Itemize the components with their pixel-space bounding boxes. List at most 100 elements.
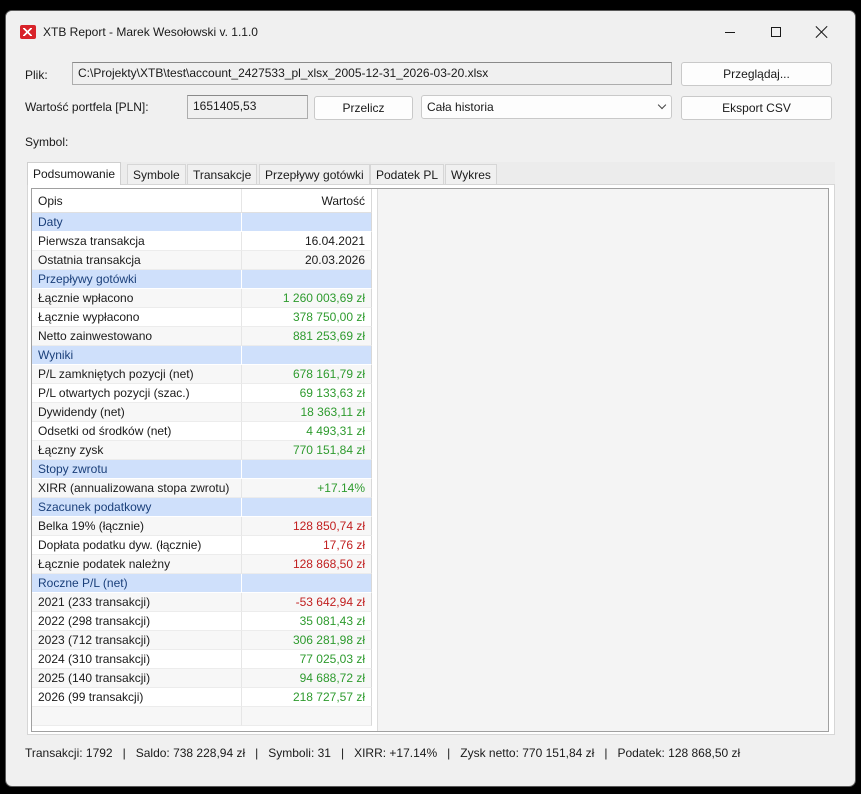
table-section-row[interactable]: Daty xyxy=(32,213,377,232)
cell-desc: Przepływy gotówki xyxy=(32,270,242,289)
table-row[interactable]: 2026 (99 transakcji) 218 727,57 zł xyxy=(32,688,377,707)
cell-value xyxy=(242,213,372,232)
cell-value: 69 133,63 zł xyxy=(242,384,372,403)
cell-desc xyxy=(32,707,242,726)
tab-podsumowanie[interactable]: Podsumowanie xyxy=(27,162,122,185)
tab-podatek[interactable]: Podatek PL xyxy=(370,164,445,184)
cell-desc: Łącznie wypłacono xyxy=(32,308,242,327)
table-row[interactable]: XIRR (annualizowana stopa zwrotu) +17.14% xyxy=(32,479,377,498)
table-section-row[interactable]: Stopy zwrotu xyxy=(32,460,377,479)
cell-value: 20.03.2026 xyxy=(242,251,372,270)
cell-value: 18 363,11 zł xyxy=(242,403,372,422)
cell-value: 881 253,69 zł xyxy=(242,327,372,346)
table-row[interactable]: Netto zainwestowano 881 253,69 zł xyxy=(32,327,377,346)
table-row[interactable]: P/L zamkniętych pozycji (net) 678 161,79 … xyxy=(32,365,377,384)
cell-desc: Pierwsza transakcja xyxy=(32,232,242,251)
window-title: XTB Report - Marek Wesołowski v. 1.1.0 xyxy=(43,25,258,39)
table-row[interactable]: 2024 (310 transakcji) 77 025,03 zł xyxy=(32,650,377,669)
table-row[interactable]: Pierwsza transakcja 16.04.2021 xyxy=(32,232,377,251)
cell-desc: 2025 (140 transakcji) xyxy=(32,669,242,688)
cell-value xyxy=(242,498,372,517)
period-select[interactable]: Cała historia xyxy=(421,95,672,119)
app-window: XTB Report - Marek Wesołowski v. 1.1.0 P… xyxy=(5,10,856,787)
app-logo-icon xyxy=(20,25,36,39)
table-row[interactable]: P/L otwartych pozycji (szac.) 69 133,63 z… xyxy=(32,384,377,403)
cell-value xyxy=(242,270,372,289)
table-row[interactable]: Ostatnia transakcja 20.03.2026 xyxy=(32,251,377,270)
table-section-row[interactable]: Wyniki xyxy=(32,346,377,365)
cell-value: 94 688,72 zł xyxy=(242,669,372,688)
browse-button[interactable]: Przeglądaj... xyxy=(681,62,832,86)
minimize-icon xyxy=(725,31,735,33)
tab-symbole[interactable]: Symbole xyxy=(127,164,186,184)
maximize-button[interactable] xyxy=(753,11,799,53)
recalc-button[interactable]: Przelicz xyxy=(314,96,413,120)
title-bar[interactable]: XTB Report - Marek Wesołowski v. 1.1.0 xyxy=(6,11,855,53)
table-row[interactable]: Dywidendy (net) 18 363,11 zł xyxy=(32,403,377,422)
cell-desc: Odsetki od środków (net) xyxy=(32,422,242,441)
cell-desc: XIRR (annualizowana stopa zwrotu) xyxy=(32,479,242,498)
cell-value: 4 493,31 zł xyxy=(242,422,372,441)
table-row[interactable]: Odsetki od środków (net) 4 493,31 zł xyxy=(32,422,377,441)
cell-desc: Netto zainwestowano xyxy=(32,327,242,346)
cell-desc: Belka 19% (łącznie) xyxy=(32,517,242,536)
table-row[interactable]: Łącznie podatek należny 128 868,50 zł xyxy=(32,555,377,574)
cell-desc: 2023 (712 transakcji) xyxy=(32,631,242,650)
table-row[interactable]: 2021 (233 transakcji) -53 642,94 zł xyxy=(32,593,377,612)
maximize-icon xyxy=(771,27,781,37)
cell-value: 128 850,74 zł xyxy=(242,517,372,536)
table-section-row[interactable]: Szacunek podatkowy xyxy=(32,498,377,517)
table-row[interactable]: Łączny zysk 770 151,84 zł xyxy=(32,441,377,460)
cell-desc: Roczne P/L (net) xyxy=(32,574,242,593)
table-row[interactable]: 2023 (712 transakcji) 306 281,98 zł xyxy=(32,631,377,650)
tab-wykres[interactable]: Wykres xyxy=(445,164,497,184)
minimize-button[interactable] xyxy=(707,11,753,53)
cell-value: 17,76 zł xyxy=(242,536,372,555)
close-icon xyxy=(816,26,828,38)
cell-value: 16.04.2021 xyxy=(242,232,372,251)
cell-value: -53 642,94 zł xyxy=(242,593,372,612)
table-section-row[interactable]: Roczne P/L (net) xyxy=(32,574,377,593)
chevron-down-icon xyxy=(658,102,666,110)
cell-desc: Dywidendy (net) xyxy=(32,403,242,422)
tab-transakcje[interactable]: Transakcje xyxy=(187,164,258,184)
table-row[interactable]: Łącznie wypłacono 378 750,00 zł xyxy=(32,308,377,327)
cell-desc: 2021 (233 transakcji) xyxy=(32,593,242,612)
cell-value: 128 868,50 zł xyxy=(242,555,372,574)
cell-value xyxy=(242,460,372,479)
symbol-label: Symbol: xyxy=(25,135,69,149)
status-bar: Transakcji: 1792 | Saldo: 738 228,94 zł … xyxy=(25,746,741,760)
export-csv-button[interactable]: Eksport CSV xyxy=(681,96,832,120)
table-section-row[interactable]: Przepływy gotówki xyxy=(32,270,377,289)
summary-table[interactable]: Opis Wartość Daty Pierwsza transakcja 16.0… xyxy=(31,188,829,732)
table-row[interactable]: Łącznie wpłacono 1 260 003,69 zł xyxy=(32,289,377,308)
column-header-desc[interactable]: Opis xyxy=(32,189,242,213)
cell-value: 218 727,57 zł xyxy=(242,688,372,707)
cell-value: 678 161,79 zł xyxy=(242,365,372,384)
table-empty-area xyxy=(377,189,828,731)
cell-desc: 2024 (310 transakcji) xyxy=(32,650,242,669)
cell-value: 1 260 003,69 zł xyxy=(242,289,372,308)
cell-desc: Łącznie wpłacono xyxy=(32,289,242,308)
cell-desc: Łącznie podatek należny xyxy=(32,555,242,574)
cell-desc: Ostatnia transakcja xyxy=(32,251,242,270)
cell-desc: 2026 (99 transakcji) xyxy=(32,688,242,707)
table-row[interactable]: 2025 (140 transakcji) 94 688,72 zł xyxy=(32,669,377,688)
cell-desc: Łączny zysk xyxy=(32,441,242,460)
column-header-value[interactable]: Wartość xyxy=(242,189,372,213)
file-path-field[interactable]: C:\Projekty\XTB\test\account_2427533_pl_… xyxy=(72,62,672,85)
table-row[interactable]: Dopłata podatku dyw. (łącznie) 17,76 zł xyxy=(32,536,377,555)
table-row[interactable]: 2022 (298 transakcji) 35 081,43 zł xyxy=(32,612,377,631)
file-label: Plik: xyxy=(25,68,48,82)
cell-desc: Szacunek podatkowy xyxy=(32,498,242,517)
table-row[interactable]: Belka 19% (łącznie) 128 850,74 zł xyxy=(32,517,377,536)
close-button[interactable] xyxy=(799,11,845,53)
tab-przeplywy[interactable]: Przepływy gotówki xyxy=(259,164,370,184)
portfolio-value-field[interactable]: 1651405,53 xyxy=(187,95,308,119)
cell-desc: P/L otwartych pozycji (szac.) xyxy=(32,384,242,403)
cell-value: +17.14% xyxy=(242,479,372,498)
cell-value: 378 750,00 zł xyxy=(242,308,372,327)
portfolio-value-label: Wartość portfela [PLN]: xyxy=(25,100,149,114)
cell-value: 306 281,98 zł xyxy=(242,631,372,650)
cell-desc: 2022 (298 transakcji) xyxy=(32,612,242,631)
